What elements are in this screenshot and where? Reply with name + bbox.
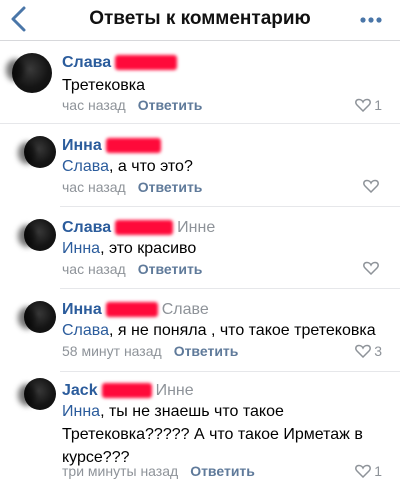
heart-icon [355,98,372,112]
redaction-mark [115,220,174,236]
mention-link[interactable]: Инна [62,240,100,257]
reply-button[interactable]: Ответить [138,97,203,113]
reply-button[interactable]: Ответить [174,343,239,359]
comment-body: , а что это? [109,158,193,175]
comment-time: час назад [62,179,126,195]
page-title: Ответы к комментарию [89,8,311,29]
reply-to-name: Инне [177,219,216,236]
comment-time: три минуты назад [62,463,179,479]
like-count: 1 [374,97,382,113]
comment-author[interactable]: Jack [62,382,98,399]
comment-author[interactable]: Инна [62,137,102,154]
comment-text: Слава, я не поняла , что такое третековк… [62,319,392,342]
comment-text: Третековка [62,74,382,97]
comment-author[interactable]: Слава [62,219,111,236]
avatar[interactable] [24,219,56,251]
comment-item: Инна Славе Слава, я не поняла , что такое… [0,289,400,371]
comment-time: час назад [62,97,126,113]
avatar[interactable] [12,53,52,93]
redaction-mark [105,138,161,154]
reply-button[interactable]: Ответить [138,261,203,277]
more-horizontal-icon[interactable] [360,16,382,24]
comment-time: 58 минут назад [62,343,162,359]
comment-item: Слава Инне Инна, это красиво час назад Отв… [0,207,400,288]
comment-body: , я не поняла , что такое третековка [109,322,376,339]
like-count: 1 [374,463,382,479]
comment-text: Слава, а что это? [62,155,382,178]
redaction-mark [115,55,178,71]
comment-body: , ты не знаешь что такое Третековка?????… [62,403,363,466]
like-button[interactable]: 1 [355,463,382,479]
comment-author[interactable]: Инна [62,301,102,318]
reply-button[interactable]: Ответить [190,463,255,479]
heart-icon [363,179,379,193]
redaction-mark [105,302,158,318]
comment-author[interactable]: Слава [62,54,111,71]
navigation-bar: Ответы к комментарию [0,0,400,40]
like-button[interactable]: 1 [355,97,382,113]
like-count: 3 [374,343,382,359]
mention-link[interactable]: Слава [62,322,109,339]
heart-icon [355,464,372,478]
heart-icon [355,344,372,358]
mention-link[interactable]: Инна [62,403,100,420]
reply-button[interactable]: Ответить [138,179,203,195]
comment-body: , это красиво [100,240,197,257]
avatar[interactable] [24,301,56,333]
comment-item: Слава Третековка час назад Ответить 1 [0,41,400,123]
comment-time: час назад [62,261,126,277]
mention-link[interactable]: Слава [62,158,109,175]
like-button[interactable] [363,179,382,193]
like-button[interactable]: 3 [355,343,382,359]
comment-text: Инна, ты не знаешь что такое Третековка?… [62,400,372,469]
comment-item: Jack Инне Инна, ты не знаешь что такое Тр… [0,372,400,492]
avatar[interactable] [24,378,56,410]
comment-body: Третековка [62,77,146,94]
like-button[interactable] [363,261,382,275]
comment-text: Инна, это красиво [62,237,382,260]
avatar[interactable] [24,136,56,168]
redaction-mark [101,383,152,399]
reply-to-name: Славе [161,301,209,318]
heart-icon [363,261,379,275]
comment-item: Инна Слава, а что это? час назад Ответить [0,124,400,206]
reply-to-name: Инне [155,382,194,399]
